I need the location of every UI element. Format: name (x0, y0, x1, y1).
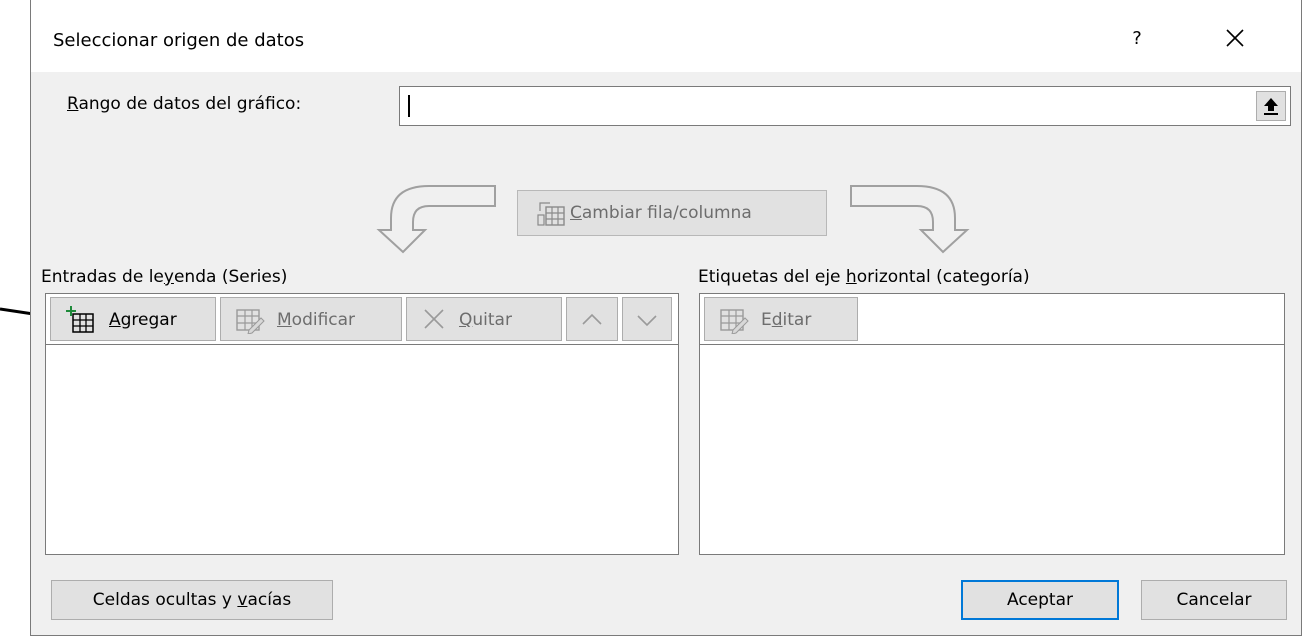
category-toolbar: Editar (700, 294, 1284, 345)
legend-entries-panel: Agregar Modificar Quitar (45, 293, 679, 555)
edit-series-button[interactable]: Modificar (220, 297, 402, 341)
add-table-icon (66, 306, 94, 333)
legend-entries-label: Entradas de leyenda (Series) (41, 267, 288, 287)
curved-arrow-right-icon (850, 185, 970, 254)
move-down-button[interactable] (622, 297, 672, 341)
horizontal-axis-labels-label: Etiquetas del eje horizontal (categoría) (698, 267, 1030, 287)
title-bar: Seleccionar origen de datos ? (31, 0, 1301, 72)
remove-series-button[interactable]: Quitar (406, 297, 562, 341)
series-list[interactable] (46, 345, 678, 554)
move-up-button[interactable] (566, 297, 618, 341)
collapse-upload-icon (1264, 98, 1278, 115)
help-button[interactable]: ? (1127, 28, 1147, 52)
collapse-dialog-button[interactable] (1256, 91, 1286, 121)
chevron-up-icon (582, 313, 602, 325)
chart-data-range-label: Rango de datos del gráfico: (67, 94, 302, 114)
remove-x-icon (424, 309, 444, 329)
switch-row-column-button[interactable]: Cambiar fila/columna (517, 190, 827, 236)
switch-row-column-icon (537, 202, 565, 226)
cancel-button[interactable]: Cancelar (1141, 580, 1287, 620)
close-icon[interactable] (1219, 22, 1251, 54)
chart-data-range-input[interactable] (399, 86, 1291, 126)
add-series-button[interactable]: Agregar (50, 297, 216, 341)
ok-button[interactable]: Aceptar (961, 580, 1119, 620)
edit-table-icon (720, 309, 749, 334)
series-toolbar: Agregar Modificar Quitar (46, 294, 678, 345)
dialog-title: Seleccionar origen de datos (53, 30, 305, 51)
hidden-empty-cells-button[interactable]: Celdas ocultas y vacías (51, 580, 333, 620)
text-cursor (408, 95, 410, 117)
category-list[interactable] (700, 345, 1284, 554)
chevron-down-icon (637, 315, 657, 327)
curved-arrow-left-icon (376, 185, 496, 254)
select-data-source-dialog: Seleccionar origen de datos ? Rango de d… (30, 0, 1302, 636)
horizontal-axis-labels-panel: Editar (699, 293, 1285, 555)
edit-table-icon (236, 309, 265, 334)
edit-category-button[interactable]: Editar (704, 297, 858, 341)
